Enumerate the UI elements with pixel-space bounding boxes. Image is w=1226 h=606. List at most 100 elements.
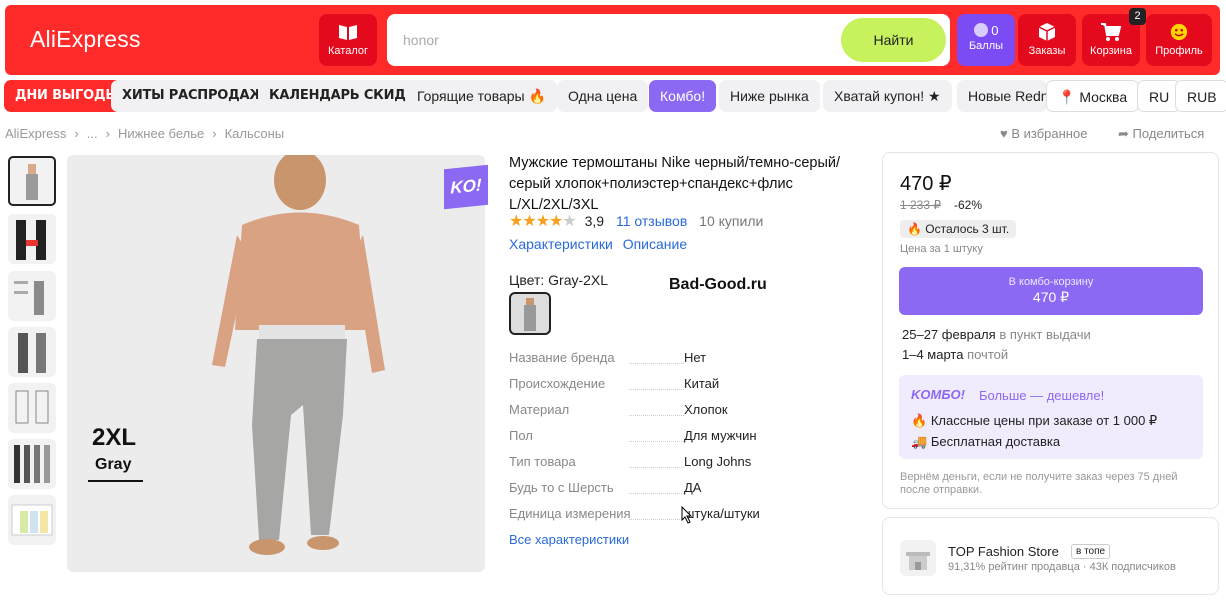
heart-icon: ♥ [1000,126,1008,141]
breadcrumb-item[interactable]: AliExpress [5,126,66,141]
cart-button[interactable]: Корзина 2 [1082,8,1146,66]
model-figure [212,155,385,555]
smile-icon [1170,23,1188,41]
spec-row: Тип товара Long Johns [509,454,752,469]
divider [88,480,143,482]
image-color-label: Gray [95,456,132,473]
flame-icon: 🔥 [911,413,928,428]
combo-line-delivery: 🚚 Бесплатная доставка [911,434,1061,449]
rating-value: 3,9 [584,213,605,229]
share-icon: ➦ [1118,126,1129,141]
orders-button[interactable]: Заказы [1018,14,1076,66]
thumbnail-image [16,220,46,260]
thumbnail[interactable] [8,495,56,545]
delivery-post: 1–4 марта почтой [902,347,1009,362]
share-button[interactable]: ➦ Поделиться [1118,126,1204,142]
chip-hot-products[interactable]: Горящие товары 🔥 [406,80,557,112]
tab-description[interactable]: Описание [623,236,687,252]
book-icon [339,25,357,40]
spec-row: Будь то с Шерсть ДА [509,480,702,495]
favorite-button[interactable]: ♥ В избранное [1000,126,1087,141]
swatch-image [524,298,536,331]
location-icon: 📍 [1058,89,1076,105]
breadcrumb-item[interactable]: Кальсоны [225,126,285,141]
combo-promo-box[interactable]: KOMБO! Больше — дешевле! 🔥 Классные цены… [899,375,1203,459]
buy-card: 470 ₽ 1 233 ₽ -62% 🔥 Осталось 3 шт. Цена… [882,152,1219,509]
breadcrumb-item[interactable]: Нижнее белье [118,126,204,141]
chip-new-redmi[interactable]: Новые Redn [957,80,1047,112]
breadcrumb-item[interactable]: ... [87,126,98,141]
all-specs-link[interactable]: Все характеристики [509,532,629,547]
cart-count-badge: 2 [1129,8,1146,25]
thumbnail-image [15,390,49,424]
thumbnail-image [14,445,50,483]
combo-badge: KO! [444,164,488,210]
thumbnail[interactable] [8,383,56,433]
thumbnail[interactable] [8,271,56,321]
old-price: 1 233 ₽ [900,198,941,212]
reviews-link[interactable]: 11 отзывов [616,213,687,229]
thumbnail[interactable] [8,327,56,377]
search-button[interactable]: Найти [841,18,946,62]
currency-selector[interactable]: RUB [1175,80,1226,112]
thumbnail-image [14,281,44,315]
chip-combo[interactable]: Комбо! [649,80,717,112]
thumbnail-image [11,504,53,536]
points-button[interactable]: 0 Баллы [957,14,1015,66]
header: AliExpress Каталог honor Найти 0 Баллы З… [5,5,1220,75]
top-store-badge: в топе [1071,544,1111,559]
store-icon [900,540,936,576]
add-to-combo-cart-button[interactable]: В комбо-корзину 470 ₽ [899,267,1203,315]
tab-specs[interactable]: Характеристики [509,236,613,252]
search-input[interactable]: honor [403,32,439,48]
refund-note: Вернём деньги, если не получите заказ че… [900,471,1178,496]
spec-row: Материал Хлопок [509,402,728,417]
chip-grab-coupon[interactable]: Хватай купон! ★ [823,80,952,112]
chip-one-price[interactable]: Одна цена [557,80,649,112]
thumbnail[interactable] [8,439,56,489]
chevron-right-icon: › [105,126,110,141]
search-box[interactable]: honor Найти [387,14,950,66]
store-name[interactable]: TOP Fashion Store [948,544,1059,559]
thumbnail[interactable] [8,156,56,206]
spec-row: Пол Для мужчин [509,428,757,443]
rating-row: ★★★★★ 3,9 11 отзывов 10 купили [509,211,763,231]
aliexpress-logo[interactable]: AliExpress [30,26,141,53]
breadcrumb: AliExpress ›... › Нижнее белье › Кальсоны [5,126,284,141]
image-size-label: 2XL [92,424,137,451]
stock-badge: 🔥 Осталось 3 шт. [900,220,1017,238]
spec-row: Единица измерения штука/штуки [509,506,760,521]
profile-button[interactable]: Профиль [1146,14,1212,66]
store-rating: 91,31% рейтинг продавца · 43К подписчико… [948,561,1176,573]
product-title: Мужские термоштаны Nike черный/темно-сер… [509,155,841,213]
delivery-pickup: 25–27 февраля в пункт выдачи [902,327,1091,342]
mouse-cursor-icon [681,506,693,524]
unit-price-note: Цена за 1 штуку [900,243,983,255]
store-card[interactable]: TOP Fashion Store в топе 91,31% рейтинг … [882,517,1219,595]
box-icon [1038,23,1056,41]
truck-icon: 🚚 [911,434,928,449]
chevron-right-icon: › [74,126,79,141]
thumbnail[interactable] [8,214,56,264]
combo-logo: KOMБO! [911,387,965,402]
rating-stars: ★★★★★ [509,213,577,230]
catalog-button[interactable]: Каталог [319,14,377,66]
cart-icon [1101,23,1122,41]
thumbnail-image [18,333,46,373]
combo-line-prices: 🔥 Классные цены при заказе от 1 000 ₽ [911,413,1158,428]
product-main-image[interactable] [67,155,485,572]
color-label: Цвет: Gray-2XL [509,272,609,288]
spec-row: Происхождение Китай [509,376,720,391]
combo-more-text: Больше — дешевле! [979,388,1105,403]
points-value: 0 [991,23,999,38]
thumbnail-image [26,164,38,200]
city-selector[interactable]: 📍 Москва [1046,80,1140,112]
current-price: 470 ₽ [900,173,952,195]
chip-below-market[interactable]: Ниже рынка [719,80,820,112]
spec-row: Название бренда Нет [509,350,707,365]
discount-percent: -62% [954,198,983,212]
watermark: Bad-Good.ru [669,276,767,293]
coin-icon [973,23,988,37]
product-tabs: Характеристики Описание [509,236,693,252]
color-swatch-gray[interactable] [509,292,551,335]
